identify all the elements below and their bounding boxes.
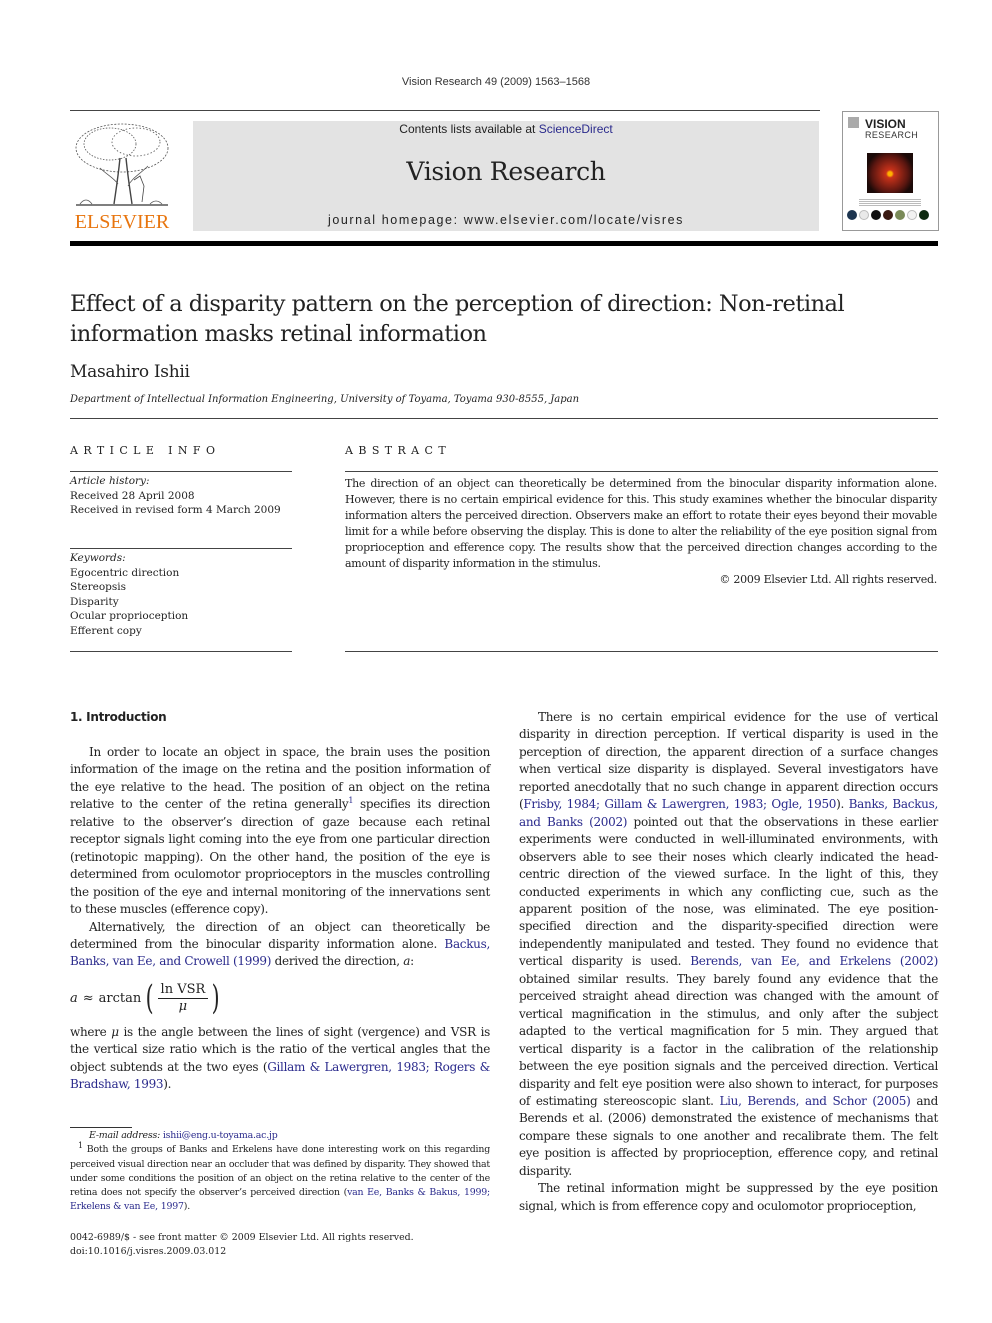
cover-elsevier-icon bbox=[848, 117, 859, 128]
cover-dot-icon bbox=[871, 210, 881, 220]
eq-approx: ≈ bbox=[82, 990, 94, 1006]
text-span: ). bbox=[836, 797, 849, 812]
right-paragraph-2: The retinal information might be suppres… bbox=[519, 1181, 938, 1213]
cover-dot-icon bbox=[907, 210, 917, 220]
footnote-rule bbox=[70, 1127, 132, 1128]
sciencedirect-link[interactable]: ScienceDirect bbox=[539, 122, 613, 136]
history-revised: Received in revised form 4 March 2009 bbox=[70, 504, 281, 516]
eq-denominator: μ bbox=[178, 998, 188, 1014]
text-span: : bbox=[410, 954, 414, 969]
article-info-rule bbox=[70, 471, 292, 472]
contents-prefix: Contents lists available at bbox=[399, 122, 539, 136]
journal-cover-thumbnail[interactable]: VISION RESEARCH bbox=[842, 111, 939, 231]
abstract-text: The direction of an object can theoretic… bbox=[345, 477, 937, 570]
text-span: Alternatively, the direction of an objec… bbox=[70, 919, 490, 951]
article-info-heading: ARTICLE INFO bbox=[70, 444, 221, 457]
keywords-block: Keywords: Egocentric direction Stereopsi… bbox=[70, 551, 292, 638]
math-variable: μ bbox=[111, 1025, 119, 1039]
contents-line: Contents lists available at ScienceDirec… bbox=[193, 121, 819, 137]
abstract: The direction of an object can theoretic… bbox=[345, 476, 937, 588]
cover-text-lines bbox=[859, 198, 921, 206]
text-span: pointed out that the observations in the… bbox=[519, 814, 938, 969]
cover-title-research: RESEARCH bbox=[865, 130, 919, 140]
section-heading-introduction: 1. Introduction bbox=[70, 710, 167, 724]
keyword-item: Ocular proprioception bbox=[70, 610, 189, 622]
text-span: specifies its direction relative to the … bbox=[70, 797, 491, 917]
affiliation-rule bbox=[70, 418, 938, 419]
email-label: E-mail address: bbox=[89, 1130, 163, 1141]
text-span: ). bbox=[183, 1201, 191, 1213]
article-info-bottom-rule bbox=[70, 651, 292, 652]
intro-paragraphs: In order to locate an object in space, t… bbox=[70, 744, 490, 971]
running-head: Vision Research 49 (2009) 1563–1568 bbox=[401, 76, 591, 88]
elsevier-tree-icon bbox=[75, 123, 169, 206]
article-history: Article history: Received 28 April 2008 … bbox=[70, 474, 292, 518]
eq-func: arctan bbox=[98, 990, 142, 1006]
footnotes: E-mail address: ishii@eng.u-toyama.ac.jp… bbox=[70, 1129, 490, 1215]
keyword-item: Disparity bbox=[70, 595, 119, 608]
footnote-email: E-mail address: ishii@eng.u-toyama.ac.jp bbox=[70, 1129, 490, 1143]
cover-dots bbox=[847, 210, 929, 220]
citation-link[interactable]: Berends, van Ee, and Erkelens (2002) bbox=[690, 954, 938, 968]
eq-right-paren: ) bbox=[211, 978, 220, 1018]
citation-link[interactable]: Frisby, 1984; Gillam & Lawergren, 1983; … bbox=[523, 797, 836, 811]
abstract-heading: ABSTRACT bbox=[345, 444, 452, 457]
eq-lhs: a bbox=[70, 990, 78, 1006]
article-affiliation: Department of Intellectual Information E… bbox=[70, 394, 580, 405]
intro-paragraph-3-block: where μ is the angle between the lines o… bbox=[70, 1024, 490, 1094]
eq-fraction: ln VSR μ bbox=[157, 982, 209, 1015]
footnote-1: 1 Both the groups of Banks and Erkelens … bbox=[70, 1142, 490, 1214]
eq-left-paren: ( bbox=[145, 978, 154, 1018]
right-paragraph-1: There is no certain empirical evidence f… bbox=[519, 709, 938, 1180]
keywords-rule bbox=[70, 548, 292, 549]
keyword-item: Stereopsis bbox=[70, 581, 127, 593]
intro-paragraph-1: In order to locate an object in space, t… bbox=[70, 744, 490, 919]
cover-dot-icon bbox=[859, 210, 869, 220]
journal-banner: Contents lists available at ScienceDirec… bbox=[193, 121, 819, 231]
article-author: Masahiro Ishii bbox=[70, 362, 190, 382]
cover-dot-icon bbox=[883, 210, 893, 220]
keyword-item: Efferent copy bbox=[70, 624, 142, 637]
abstract-copyright: © 2009 Elsevier Ltd. All rights reserved… bbox=[719, 573, 937, 586]
article-history-label: Article history: bbox=[70, 475, 150, 487]
equation: a ≈ arctan ( ln VSR μ ) bbox=[70, 978, 223, 1018]
cover-title-vision: VISION bbox=[865, 117, 906, 131]
elsevier-wordmark: ELSEVIER bbox=[74, 211, 170, 233]
intro-paragraph-2: Alternatively, the direction of an objec… bbox=[70, 919, 490, 971]
header-top-rule bbox=[70, 110, 820, 111]
text-span: derived the direction, bbox=[271, 954, 404, 969]
bottom-meta: 0042-6989/$ - see front matter © 2009 El… bbox=[70, 1231, 414, 1259]
abstract-bottom-rule bbox=[345, 651, 938, 652]
cover-dot-icon bbox=[895, 210, 905, 220]
text-span: obtained similar results. They barely fo… bbox=[519, 971, 938, 1108]
journal-title: Vision Research bbox=[406, 157, 606, 186]
text-span: where bbox=[70, 1025, 112, 1039]
email-link[interactable]: ishii@eng.u-toyama.ac.jp bbox=[163, 1130, 278, 1141]
cover-image bbox=[867, 153, 913, 193]
history-received: Received 28 April 2008 bbox=[70, 489, 195, 502]
header-thick-rule bbox=[70, 241, 938, 246]
keywords-label: Keywords: bbox=[70, 552, 126, 564]
journal-homepage[interactable]: journal homepage: www.elsevier.com/locat… bbox=[193, 213, 819, 227]
right-column: There is no certain empirical evidence f… bbox=[519, 709, 938, 1215]
cover-dot-icon bbox=[847, 210, 857, 220]
intro-paragraph-3: where μ is the angle between the lines o… bbox=[70, 1024, 490, 1094]
elsevier-logo[interactable]: ELSEVIER bbox=[70, 118, 174, 234]
keyword-item: Egocentric direction bbox=[70, 566, 180, 579]
abstract-rule bbox=[345, 471, 938, 472]
article-title: Effect of a disparity pattern on the per… bbox=[70, 291, 845, 347]
citation-link[interactable]: Liu, Berends, and Schor (2005) bbox=[719, 1094, 910, 1108]
eq-numerator: ln VSR bbox=[157, 982, 209, 999]
cover-dot-icon bbox=[919, 210, 929, 220]
text-span: ). bbox=[163, 1077, 172, 1092]
doi-line[interactable]: doi:10.1016/j.visres.2009.03.012 bbox=[70, 1245, 414, 1259]
issn-line: 0042-6989/$ - see front matter © 2009 El… bbox=[70, 1232, 414, 1243]
